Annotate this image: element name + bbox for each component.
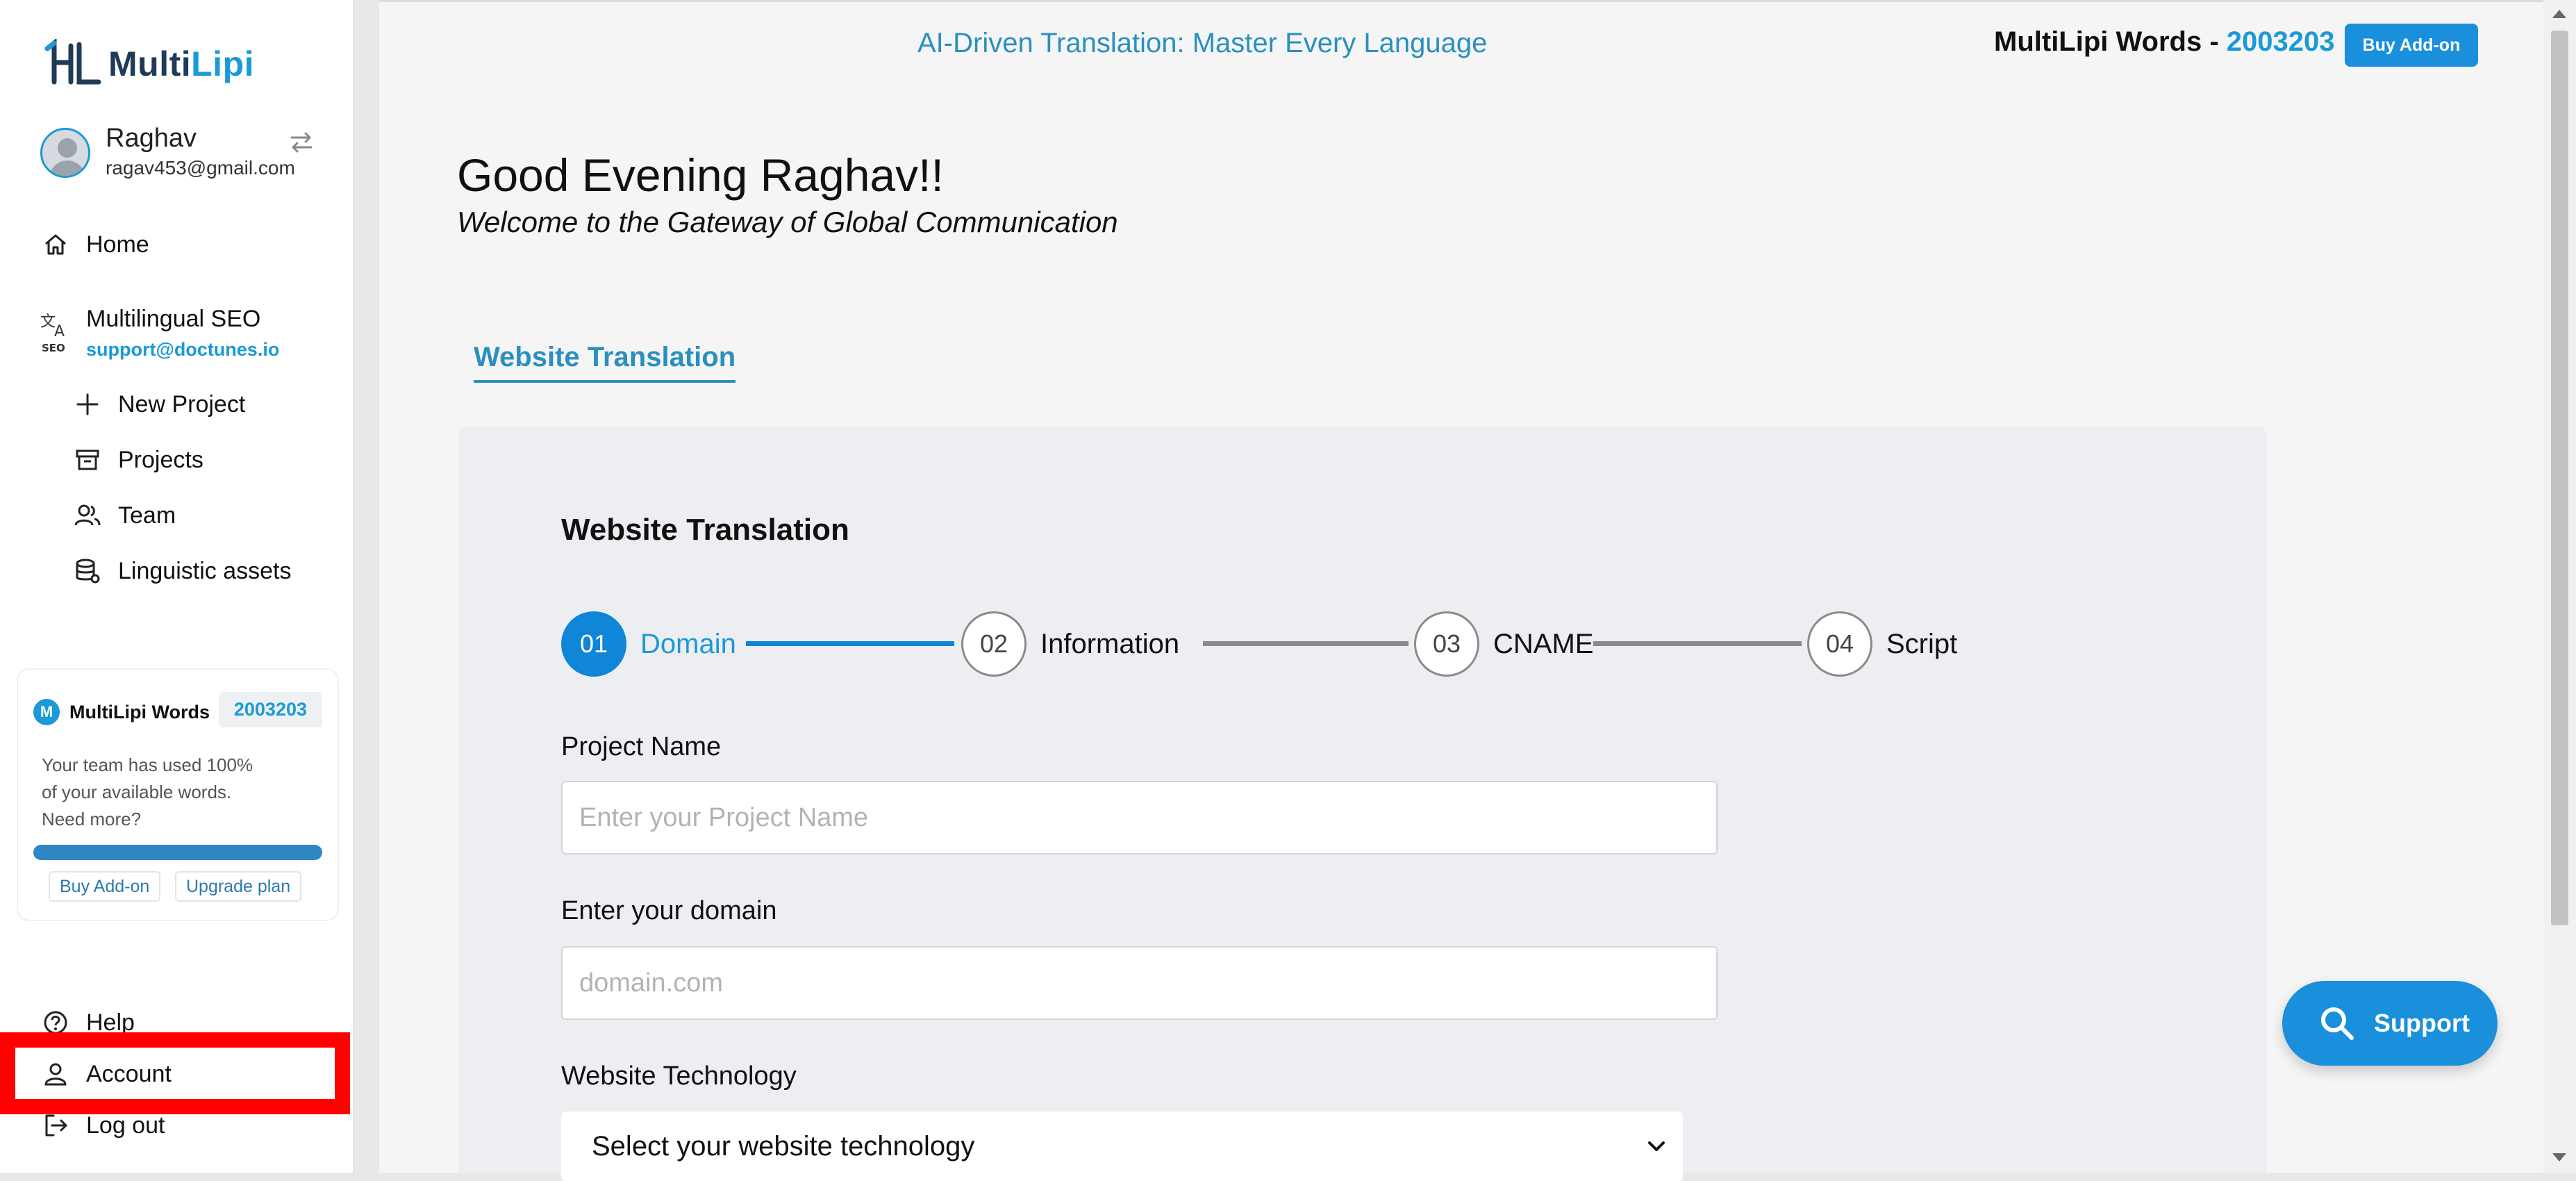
- user-email: ragav453@gmail.com: [106, 157, 295, 179]
- step-label: Information: [1040, 628, 1180, 659]
- project-name-input[interactable]: [561, 781, 1718, 854]
- user-name: Raghav: [106, 124, 197, 153]
- sidebar-item-label: Linguistic assets: [118, 557, 292, 584]
- words-card-header: M MultiLipi Words: [33, 699, 210, 725]
- avatar: [40, 128, 90, 178]
- sidebar-item-new-project[interactable]: New Project: [72, 389, 245, 420]
- multilipi-badge-icon: M: [33, 699, 60, 725]
- seo-title: Multilingual SEO: [86, 306, 261, 332]
- top-divider: [379, 0, 2543, 2]
- step-connector: [1203, 641, 1409, 646]
- sidebar: MultiLipi Raghav ragav453@gmail.com Home…: [0, 0, 354, 1173]
- select-value: Select your website technology: [592, 1130, 975, 1162]
- svg-text:A: A: [54, 323, 65, 340]
- sidebar-item-label: Home: [86, 231, 149, 258]
- tab-website-translation[interactable]: Website Translation: [474, 342, 736, 383]
- step-label: Script: [1886, 628, 1958, 659]
- logo-mark-icon: [44, 39, 101, 85]
- step-information[interactable]: 02 Information: [961, 611, 1179, 677]
- switch-account-icon[interactable]: [288, 128, 315, 156]
- brand-name: MultiLipi: [108, 44, 255, 83]
- search-icon: [2321, 1007, 2354, 1040]
- step-connector: [746, 641, 954, 646]
- step-connector: [1593, 641, 1802, 646]
- account-highlight-box: [0, 1032, 350, 1114]
- words-usage-card: M MultiLipi Words 2003203 Your team has …: [18, 670, 338, 920]
- page-scrollbar[interactable]: [2543, 0, 2576, 1173]
- header-words-count: 2003203: [2226, 26, 2335, 57]
- database-icon: [72, 556, 103, 586]
- translate-seo-icon: 文 A SEO: [40, 313, 65, 354]
- usage-message: Your team has used 100% of your availabl…: [42, 754, 254, 829]
- header-words-balance: MultiLipi Words - 2003203: [1994, 26, 2335, 57]
- header-tagline: AI-Driven Translation: Master Every Lang…: [917, 28, 1488, 58]
- archive-icon: [72, 445, 103, 475]
- scroll-up-arrow[interactable]: [2552, 10, 2566, 18]
- multilipi-logo[interactable]: MultiLipi: [43, 39, 254, 89]
- sidebar-item-projects[interactable]: Projects: [72, 445, 203, 475]
- website-technology-select[interactable]: Select your website technology: [561, 1112, 1683, 1181]
- step-label: CNAME: [1493, 628, 1594, 659]
- sidebar-item-label: Projects: [118, 446, 203, 473]
- main-content: AI-Driven Translation: Master Every Lang…: [379, 0, 2543, 1181]
- scrollbar-thumb[interactable]: [2551, 31, 2568, 925]
- chevron-down-icon: [1648, 1141, 1665, 1151]
- step-label: Domain: [640, 628, 736, 659]
- home-icon: [40, 229, 71, 260]
- website-translation-form: Website Translation 01 Domain 02 Informa…: [458, 427, 2267, 1181]
- svg-text:SEO: SEO: [42, 342, 65, 354]
- support-label: Support: [2374, 1009, 2470, 1037]
- sidebar-item-logout[interactable]: Log out: [40, 1110, 165, 1141]
- scroll-down-arrow[interactable]: [2552, 1153, 2566, 1162]
- sidebar-item-team[interactable]: Team: [72, 500, 176, 531]
- card-buy-addon-button[interactable]: Buy Add-on: [49, 871, 161, 902]
- step-number: 01: [561, 611, 626, 677]
- project-name-label: Project Name: [561, 732, 722, 761]
- header-buy-addon-button[interactable]: Buy Add-on: [2345, 24, 2478, 67]
- user-profile[interactable]: Raghav ragav453@gmail.com: [40, 124, 318, 182]
- team-icon: [72, 500, 103, 531]
- website-technology-label: Website Technology: [561, 1062, 797, 1091]
- sidebar-item-label: Team: [118, 502, 176, 529]
- sidebar-item-home[interactable]: Home: [40, 229, 149, 260]
- usage-progress-bar: [33, 845, 322, 860]
- domain-input[interactable]: [561, 946, 1718, 1020]
- svg-text:文: 文: [40, 313, 56, 331]
- support-button[interactable]: Support: [2282, 981, 2498, 1066]
- step-domain[interactable]: 01 Domain: [561, 611, 736, 677]
- logout-icon: [40, 1110, 71, 1141]
- plus-icon: [72, 389, 103, 420]
- step-cname[interactable]: 03 CNAME: [1414, 611, 1593, 677]
- step-number: 03: [1414, 611, 1479, 677]
- greeting-subtitle: Welcome to the Gateway of Global Communi…: [457, 206, 1118, 238]
- words-count: 2003203: [218, 692, 322, 727]
- step-script[interactable]: 04 Script: [1807, 611, 1957, 677]
- sidebar-item-label: New Project: [118, 390, 246, 418]
- step-number: 02: [961, 611, 1027, 677]
- sidebar-item-label: Log out: [86, 1112, 165, 1139]
- step-number: 04: [1807, 611, 1872, 677]
- sidebar-item-linguistic-assets[interactable]: Linguistic assets: [72, 556, 291, 586]
- domain-label: Enter your domain: [561, 896, 777, 925]
- upgrade-plan-button[interactable]: Upgrade plan: [175, 871, 302, 902]
- words-card-title: MultiLipi Words: [69, 701, 210, 722]
- seo-email: support@doctunes.io: [86, 339, 280, 360]
- greeting-title: Good Evening Raghav!!: [457, 149, 944, 201]
- form-title: Website Translation: [561, 513, 849, 547]
